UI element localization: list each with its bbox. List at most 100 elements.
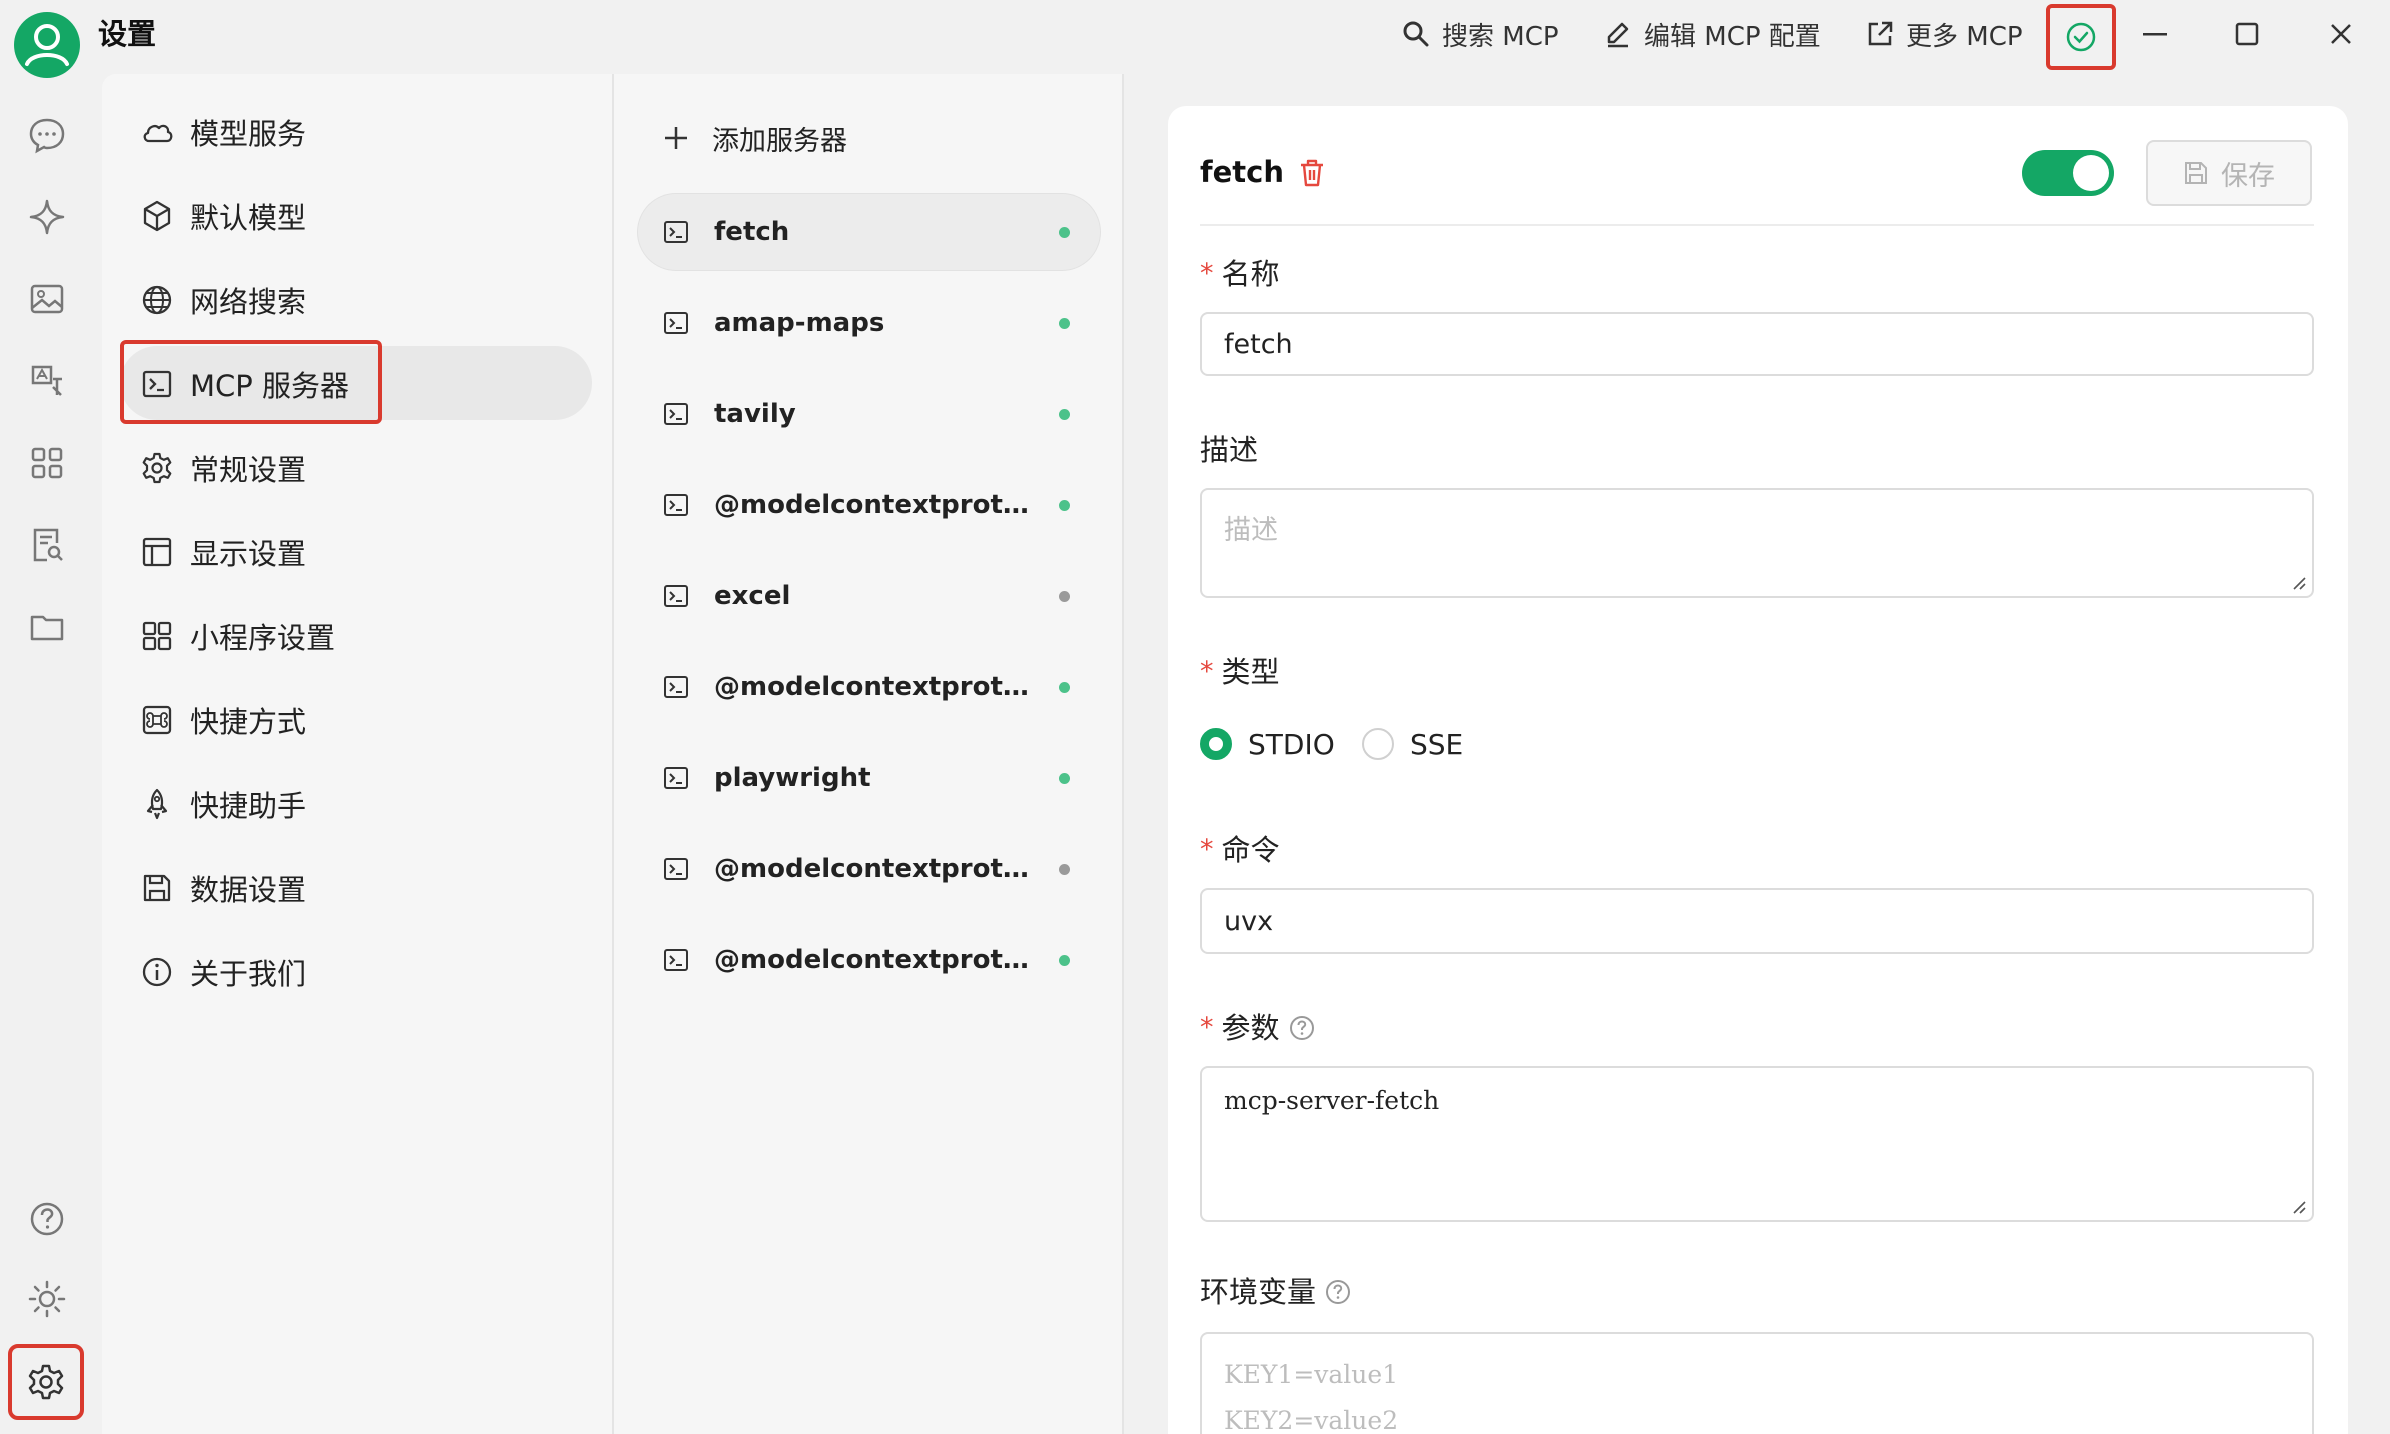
server-name: amap-maps: [714, 308, 885, 338]
command-label-row: * 命令: [1200, 830, 1280, 870]
search-mcp-label: 搜索 MCP: [1442, 21, 1559, 52]
image-icon: [30, 284, 64, 314]
server-list-item[interactable]: @modelcontextprotoco...: [638, 831, 1100, 907]
folder-icon: [30, 615, 64, 641]
nav-item-shortcuts[interactable]: 快捷方式: [140, 690, 580, 750]
nav-item-web-search[interactable]: 网络搜索: [140, 270, 580, 330]
minimize-icon: [2143, 33, 2167, 36]
save-icon: [143, 874, 171, 902]
toggle-knob: [2073, 155, 2109, 191]
nav-item-quick-assistant[interactable]: 快捷助手: [140, 774, 580, 834]
add-server-label: 添加服务器: [712, 125, 847, 157]
nav-item-model-service[interactable]: 模型服务: [140, 102, 580, 162]
env-label: 环境变量: [1200, 1275, 1317, 1309]
radio-indicator: [1362, 728, 1394, 760]
nav-item-label: 快捷助手: [190, 789, 307, 823]
server-title: fetch: [1200, 155, 1284, 189]
type-radio-sse[interactable]: SSE: [1362, 724, 1463, 764]
nav-item-data-settings[interactable]: 数据设置: [140, 858, 580, 918]
terminal-icon: [664, 949, 688, 971]
rail-theme-button[interactable]: [20, 1272, 74, 1326]
save-button[interactable]: 保存: [2146, 140, 2312, 206]
rail-chat-button[interactable]: [20, 108, 74, 162]
nav-item-general-settings[interactable]: 常规设置: [140, 438, 580, 498]
description-label: 描述: [1200, 433, 1259, 467]
server-list-item[interactable]: excel: [638, 558, 1100, 634]
required-mark: *: [1200, 656, 1214, 687]
command-label: 命令: [1221, 833, 1280, 867]
server-status-dot: [1059, 227, 1070, 238]
args-label: 参数: [1221, 1011, 1280, 1045]
rail-translate-button[interactable]: [20, 354, 74, 408]
add-server-button[interactable]: 添加服务器: [662, 116, 847, 160]
type-option-label: SSE: [1410, 727, 1464, 761]
title-bar: [0, 0, 2390, 72]
layout-icon: [142, 537, 172, 567]
minimize-button[interactable]: [2120, 8, 2190, 60]
maximize-button[interactable]: [2212, 8, 2282, 60]
rail-assistant-button[interactable]: [20, 190, 74, 244]
server-name: @modelcontextprotoco...: [714, 672, 1034, 702]
mcp-status-check-button[interactable]: [2046, 4, 2116, 70]
server-detail-card: [1168, 106, 2348, 1434]
more-mcp-button[interactable]: 更多 MCP: [1866, 12, 2023, 56]
resize-handle-icon[interactable]: [2290, 574, 2306, 590]
server-list-item[interactable]: @modelcontextprotoco...: [638, 649, 1100, 725]
server-name: @modelcontextprotoco...: [714, 490, 1034, 520]
gear-icon: [142, 452, 172, 484]
rail-files-button[interactable]: [20, 600, 74, 654]
nav-item-miniapp-settings[interactable]: 小程序设置: [140, 606, 580, 666]
edit-mcp-config-button[interactable]: 编辑 MCP 配置: [1604, 12, 1821, 56]
close-button[interactable]: [2306, 8, 2376, 60]
search-mcp-button[interactable]: 搜索 MCP: [1402, 12, 1559, 56]
nav-item-default-model[interactable]: 默认模型: [140, 186, 580, 246]
rocket-icon: [146, 788, 168, 820]
args-field-value: mcp-server-fetch: [1224, 1086, 1440, 1115]
nav-item-display-settings[interactable]: 显示设置: [140, 522, 580, 582]
apps-grid-icon: [31, 447, 63, 479]
server-name: excel: [714, 581, 791, 611]
nav-item-label: 网络搜索: [190, 285, 307, 319]
server-list-item[interactable]: tavily: [638, 376, 1100, 452]
type-label-row: * 类型: [1200, 652, 1280, 692]
save-icon: [2185, 162, 2207, 184]
user-avatar[interactable]: [14, 12, 80, 78]
plus-icon: [665, 127, 687, 149]
close-icon: [2331, 24, 2351, 44]
help-icon[interactable]: [1288, 1014, 1316, 1042]
command-field[interactable]: uvx: [1200, 888, 2314, 954]
server-list-item[interactable]: fetch: [638, 194, 1100, 270]
server-status-dot: [1059, 955, 1070, 966]
resize-handle-icon[interactable]: [2290, 1198, 2306, 1214]
description-field[interactable]: 描述: [1200, 488, 2314, 598]
help-icon[interactable]: [1324, 1278, 1352, 1306]
args-field[interactable]: mcp-server-fetch: [1200, 1066, 2314, 1222]
terminal-icon: [664, 403, 688, 425]
rail-settings-button[interactable]: [8, 1344, 84, 1420]
rail-knowledge-button[interactable]: [20, 518, 74, 572]
server-list-item[interactable]: @modelcontextprotoco...: [638, 467, 1100, 543]
name-field[interactable]: fetch: [1200, 312, 2314, 376]
server-list-item[interactable]: amap-maps: [638, 285, 1100, 361]
nav-item-label: 关于我们: [190, 957, 307, 991]
rail-help-button[interactable]: [20, 1192, 74, 1246]
maximize-icon: [2235, 22, 2259, 46]
server-list-item[interactable]: playwright: [638, 740, 1100, 816]
pencil-icon: [1607, 22, 1629, 48]
server-enabled-toggle[interactable]: [2022, 150, 2114, 196]
server-name: @modelcontextprotoco...: [714, 854, 1034, 884]
globe-icon: [142, 285, 172, 315]
nav-item-about[interactable]: 关于我们: [140, 942, 580, 1002]
window-title: 设置: [98, 17, 157, 51]
server-list-item[interactable]: @modelcontextprotoco...: [638, 922, 1100, 998]
rail-apps-button[interactable]: [20, 436, 74, 490]
type-radio-stdio[interactable]: STDIO: [1200, 724, 1335, 764]
delete-server-button[interactable]: [1298, 158, 1326, 188]
external-link-icon: [1868, 21, 1893, 46]
rail-image-button[interactable]: [20, 272, 74, 326]
sun-icon: [28, 1280, 66, 1318]
terminal-icon: [664, 585, 688, 607]
type-label: 类型: [1221, 655, 1280, 689]
env-field[interactable]: KEY1=value1 KEY2=value2: [1200, 1332, 2314, 1434]
terminal-icon: [664, 676, 688, 698]
